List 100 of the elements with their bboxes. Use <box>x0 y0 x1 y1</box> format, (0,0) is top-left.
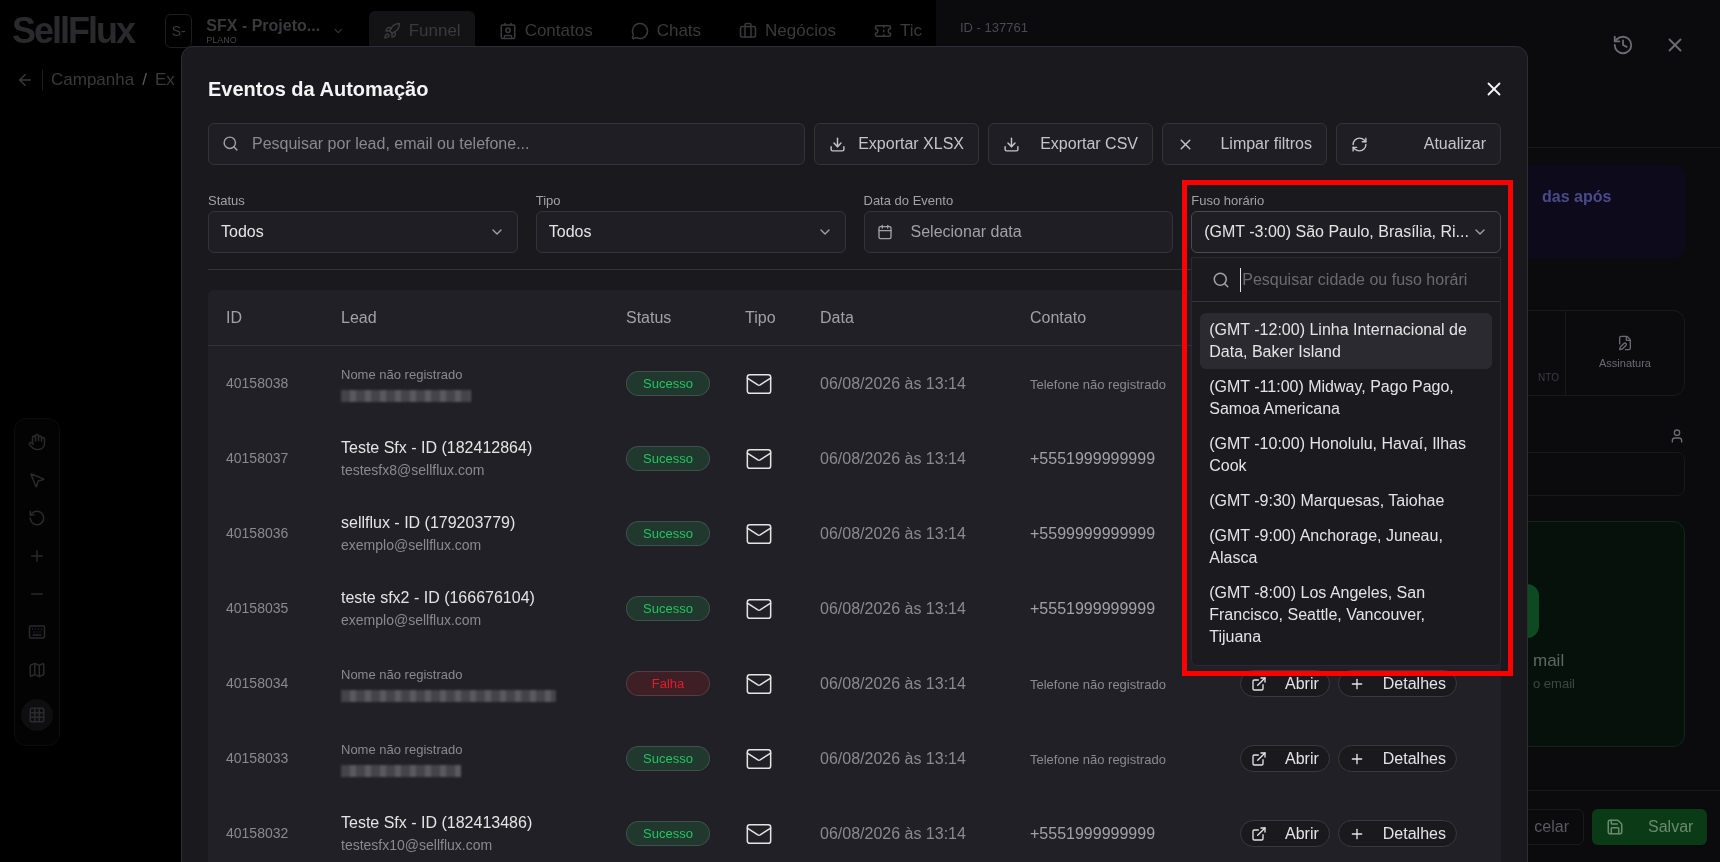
timezone-option[interactable]: (GMT -9:00) Anchorage, Juneau, Alasca <box>1200 519 1492 575</box>
status-badge: Sucesso <box>626 820 710 847</box>
date-placeholder: Selecionar data <box>910 222 1022 242</box>
contact-phone: Telefone não registrado <box>1030 676 1166 692</box>
workspace-avatar: S- <box>165 14 193 48</box>
status-badge: Sucesso <box>626 520 710 547</box>
details-button[interactable]: Detalhes <box>1337 745 1457 772</box>
event-date: 06/08/2026 às 13:14 <box>820 673 967 694</box>
map-icon[interactable] <box>28 661 46 679</box>
lead-name: teste sfx2 - ID (166676104) <box>341 588 536 608</box>
lead-name: sellflux - ID (179203779) <box>341 513 517 533</box>
chat-bubble-icon <box>630 22 649 40</box>
select-field[interactable]: Todos <box>208 211 518 253</box>
search-icon <box>1212 270 1231 289</box>
event-date: 06/08/2026 às 13:14 <box>820 523 967 544</box>
timezone-search-field[interactable]: Pesquisar cidade ou fuso horári <box>1240 267 1500 292</box>
workspace-name: SFX - Projeto... <box>206 17 321 34</box>
toolbar-button[interactable]: Exportar XLSX <box>814 123 979 165</box>
timezone-option[interactable]: (GMT -10:00) Honolulu, Havaí, Ilhas Cook <box>1200 427 1492 483</box>
event-id: 40158034 <box>225 674 290 693</box>
grid-icon <box>28 706 46 724</box>
ticket-icon <box>873 22 892 40</box>
event-id: 40158038 <box>225 374 290 393</box>
contact-phone: Telefone não registrado <box>1030 376 1166 392</box>
external-link-icon <box>1251 675 1267 692</box>
event-id: 40158033 <box>225 749 290 768</box>
keyboard-icon[interactable] <box>28 623 46 641</box>
column-header: Lead <box>341 307 378 328</box>
lead-email: testesfx10@sellflux.com <box>341 836 494 855</box>
contact-phone: +5551999999999 <box>1030 599 1156 617</box>
status-badge: Falha <box>626 670 710 697</box>
refresh-icon <box>1351 135 1368 153</box>
timezone-option[interactable]: (GMT -8:00) Los Angeles, San Francisco, Seattle, Vancouver, Tijuana <box>1200 576 1492 654</box>
toolbar-button[interactable]: Limpar filtros <box>1162 123 1327 165</box>
contact-card-icon <box>498 22 517 40</box>
search-icon <box>222 135 239 152</box>
event-id: 40158037 <box>225 449 290 468</box>
channel-title: mail <box>1533 650 1566 672</box>
details-button[interactable]: Detalhes <box>1337 820 1457 847</box>
status-badge: Sucesso <box>626 370 710 397</box>
external-link-icon <box>1251 825 1267 842</box>
filter-label: Status <box>208 192 246 210</box>
event-id: 40158035 <box>225 599 290 618</box>
option-label: Assinatura <box>1599 355 1651 371</box>
lead-email: testesfx8@sellflux.com <box>341 461 486 480</box>
search-field[interactable]: Pesquisar por lead, email ou telefone... <box>208 123 805 165</box>
timezone-option[interactable]: (GMT -9:30) Marquesas, Taiohae <box>1200 484 1492 518</box>
briefcase-icon <box>739 22 758 40</box>
status-badge: Sucesso <box>626 595 710 622</box>
timezone-option[interactable]: (GMT -11:00) Midway, Pago Pago, Samoa Americana <box>1200 370 1492 426</box>
status-badge: Sucesso <box>626 745 710 772</box>
filter-label: Fuso horário <box>1191 192 1266 210</box>
contact-phone: Telefone não registrado <box>1030 751 1166 767</box>
open-button[interactable]: Abrir <box>1240 745 1330 772</box>
event-date: 06/08/2026 às 13:14 <box>820 598 967 619</box>
download-icon <box>829 135 846 153</box>
select-field[interactable]: (GMT -3:00) São Paulo, Brasília, Ri... <box>1191 211 1501 253</box>
pointer-icon[interactable] <box>28 471 46 489</box>
date-picker[interactable]: Selecionar data <box>863 211 1174 253</box>
event-id: 40158032 <box>225 824 290 843</box>
hand-icon[interactable] <box>28 433 46 451</box>
undo-icon[interactable] <box>28 509 46 527</box>
contact-phone: +5551999999999 <box>1030 824 1156 842</box>
lead-email: exemplo@sellflux.com <box>341 536 483 555</box>
toolbar-button[interactable]: Atualizar <box>1336 123 1501 165</box>
document-pen-icon <box>1617 334 1633 351</box>
event-id: 40158036 <box>225 524 290 543</box>
modal-title: Eventos da Automação <box>208 77 429 102</box>
contact-phone: +5599999999999 <box>1030 524 1156 542</box>
notice-text: das após <box>1542 188 1612 205</box>
event-date: 06/08/2026 às 13:14 <box>820 373 967 394</box>
rocket-icon <box>382 22 401 40</box>
breadcrumb-separator: / <box>142 69 147 92</box>
lead-email: exemplo@sellflux.com <box>341 611 483 630</box>
history-icon[interactable] <box>1612 34 1634 56</box>
status-badge: Sucesso <box>626 445 710 472</box>
toolbar-button[interactable]: Exportar CSV <box>988 123 1153 165</box>
workspace-plan: PLANO <box>206 35 238 45</box>
column-header: Contato <box>1030 307 1088 328</box>
lead-name: Nome não registrado <box>341 665 464 684</box>
external-link-icon <box>1251 750 1267 767</box>
lead-name: Nome não registrado <box>341 365 464 384</box>
open-button[interactable]: Abrir <box>1240 820 1330 847</box>
select-field[interactable]: Todos <box>535 211 846 253</box>
column-header: Data <box>820 307 855 328</box>
event-date: 06/08/2026 às 13:14 <box>820 448 967 469</box>
event-date: 06/08/2026 às 13:14 <box>820 823 967 844</box>
grid-button[interactable] <box>21 699 53 731</box>
download-icon <box>1003 135 1020 153</box>
column-header: Tipo <box>745 307 777 328</box>
panel-id-label: ID - 137761 <box>960 19 1028 37</box>
timezone-option[interactable]: (GMT -12:00) Linha Internacional de Data, Baker Island <box>1200 313 1492 369</box>
lead-name: Nome não registrado <box>341 740 464 759</box>
calendar-icon <box>876 224 893 240</box>
event-date: 06/08/2026 às 13:14 <box>820 748 967 769</box>
filter-label: Data do Evento <box>863 192 955 210</box>
filter-label: Tipo <box>535 192 562 210</box>
contact-phone: +5551999999999 <box>1030 449 1156 467</box>
lead-name: Teste Sfx - ID (182413486) <box>341 813 534 833</box>
zoom-in-icon[interactable] <box>28 547 46 565</box>
